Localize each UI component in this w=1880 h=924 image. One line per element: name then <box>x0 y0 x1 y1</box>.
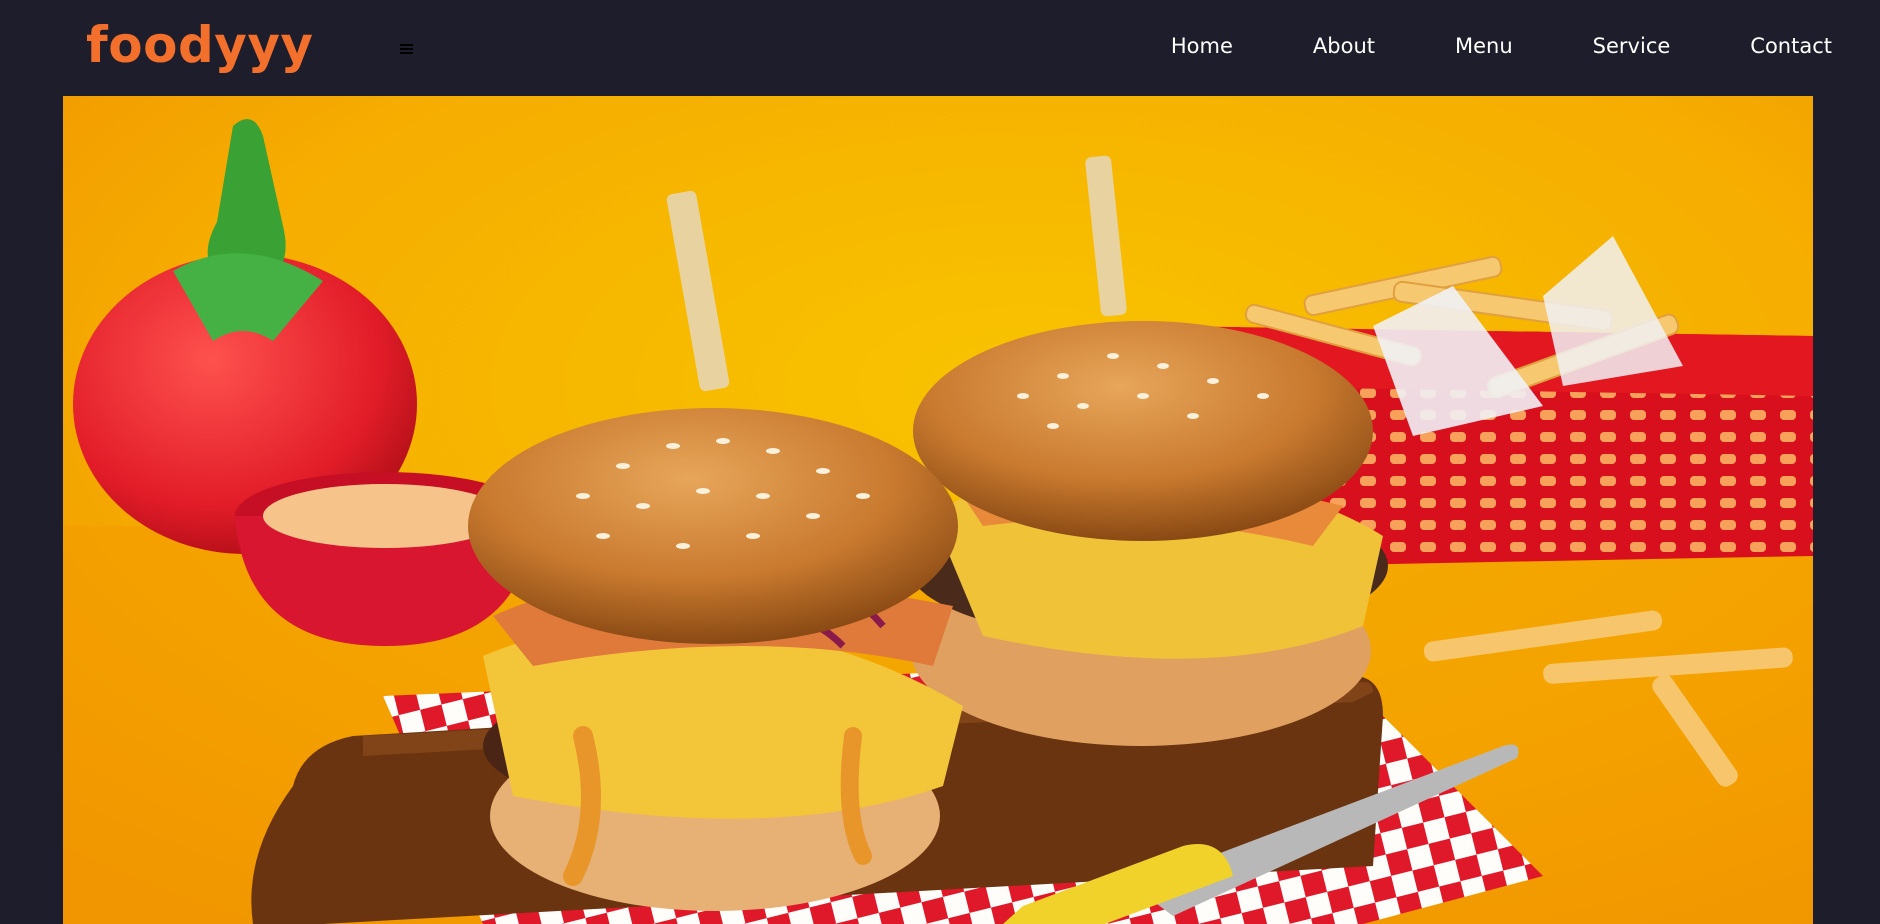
nav-link-menu[interactable]: Menu <box>1455 34 1513 58</box>
hamburger-icon[interactable] <box>398 44 415 58</box>
nav-link-home[interactable]: Home <box>1171 34 1233 58</box>
navbar: foodyyy Home About Menu Service Contact <box>0 0 1880 96</box>
nav-link-service[interactable]: Service <box>1593 34 1671 58</box>
brand-logo[interactable]: foodyyy <box>86 12 314 78</box>
main-nav: Home About Menu Service Contact <box>1171 0 1832 92</box>
hero-image <box>63 96 1813 924</box>
nav-link-about[interactable]: About <box>1313 34 1375 58</box>
burgers-photo <box>63 96 1813 924</box>
nav-link-contact[interactable]: Contact <box>1750 34 1832 58</box>
